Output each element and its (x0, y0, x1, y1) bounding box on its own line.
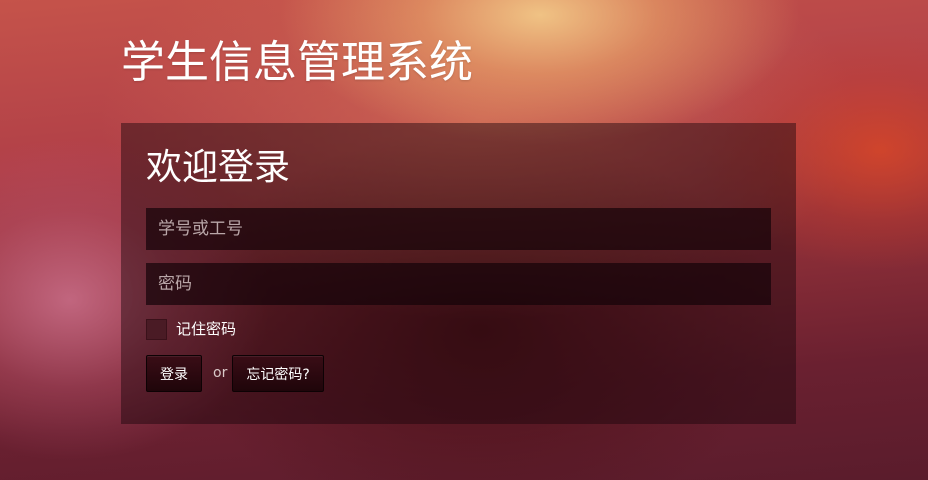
username-input[interactable] (146, 208, 771, 250)
or-separator: or (213, 365, 228, 381)
login-panel: 欢迎登录 记住密码 登录 or 忘记密码? (121, 123, 796, 424)
remember-password-label[interactable]: 记住密码 (176, 319, 236, 340)
remember-password-checkbox[interactable] (146, 319, 167, 340)
forgot-password-button[interactable]: 忘记密码? (232, 355, 324, 392)
remember-password-row: 记住密码 (146, 319, 236, 340)
app-title: 学生信息管理系统 (121, 37, 473, 88)
login-actions: 登录 or 忘记密码? (146, 355, 324, 392)
login-heading: 欢迎登录 (146, 147, 291, 188)
password-input[interactable] (146, 263, 771, 305)
login-button[interactable]: 登录 (146, 355, 202, 392)
